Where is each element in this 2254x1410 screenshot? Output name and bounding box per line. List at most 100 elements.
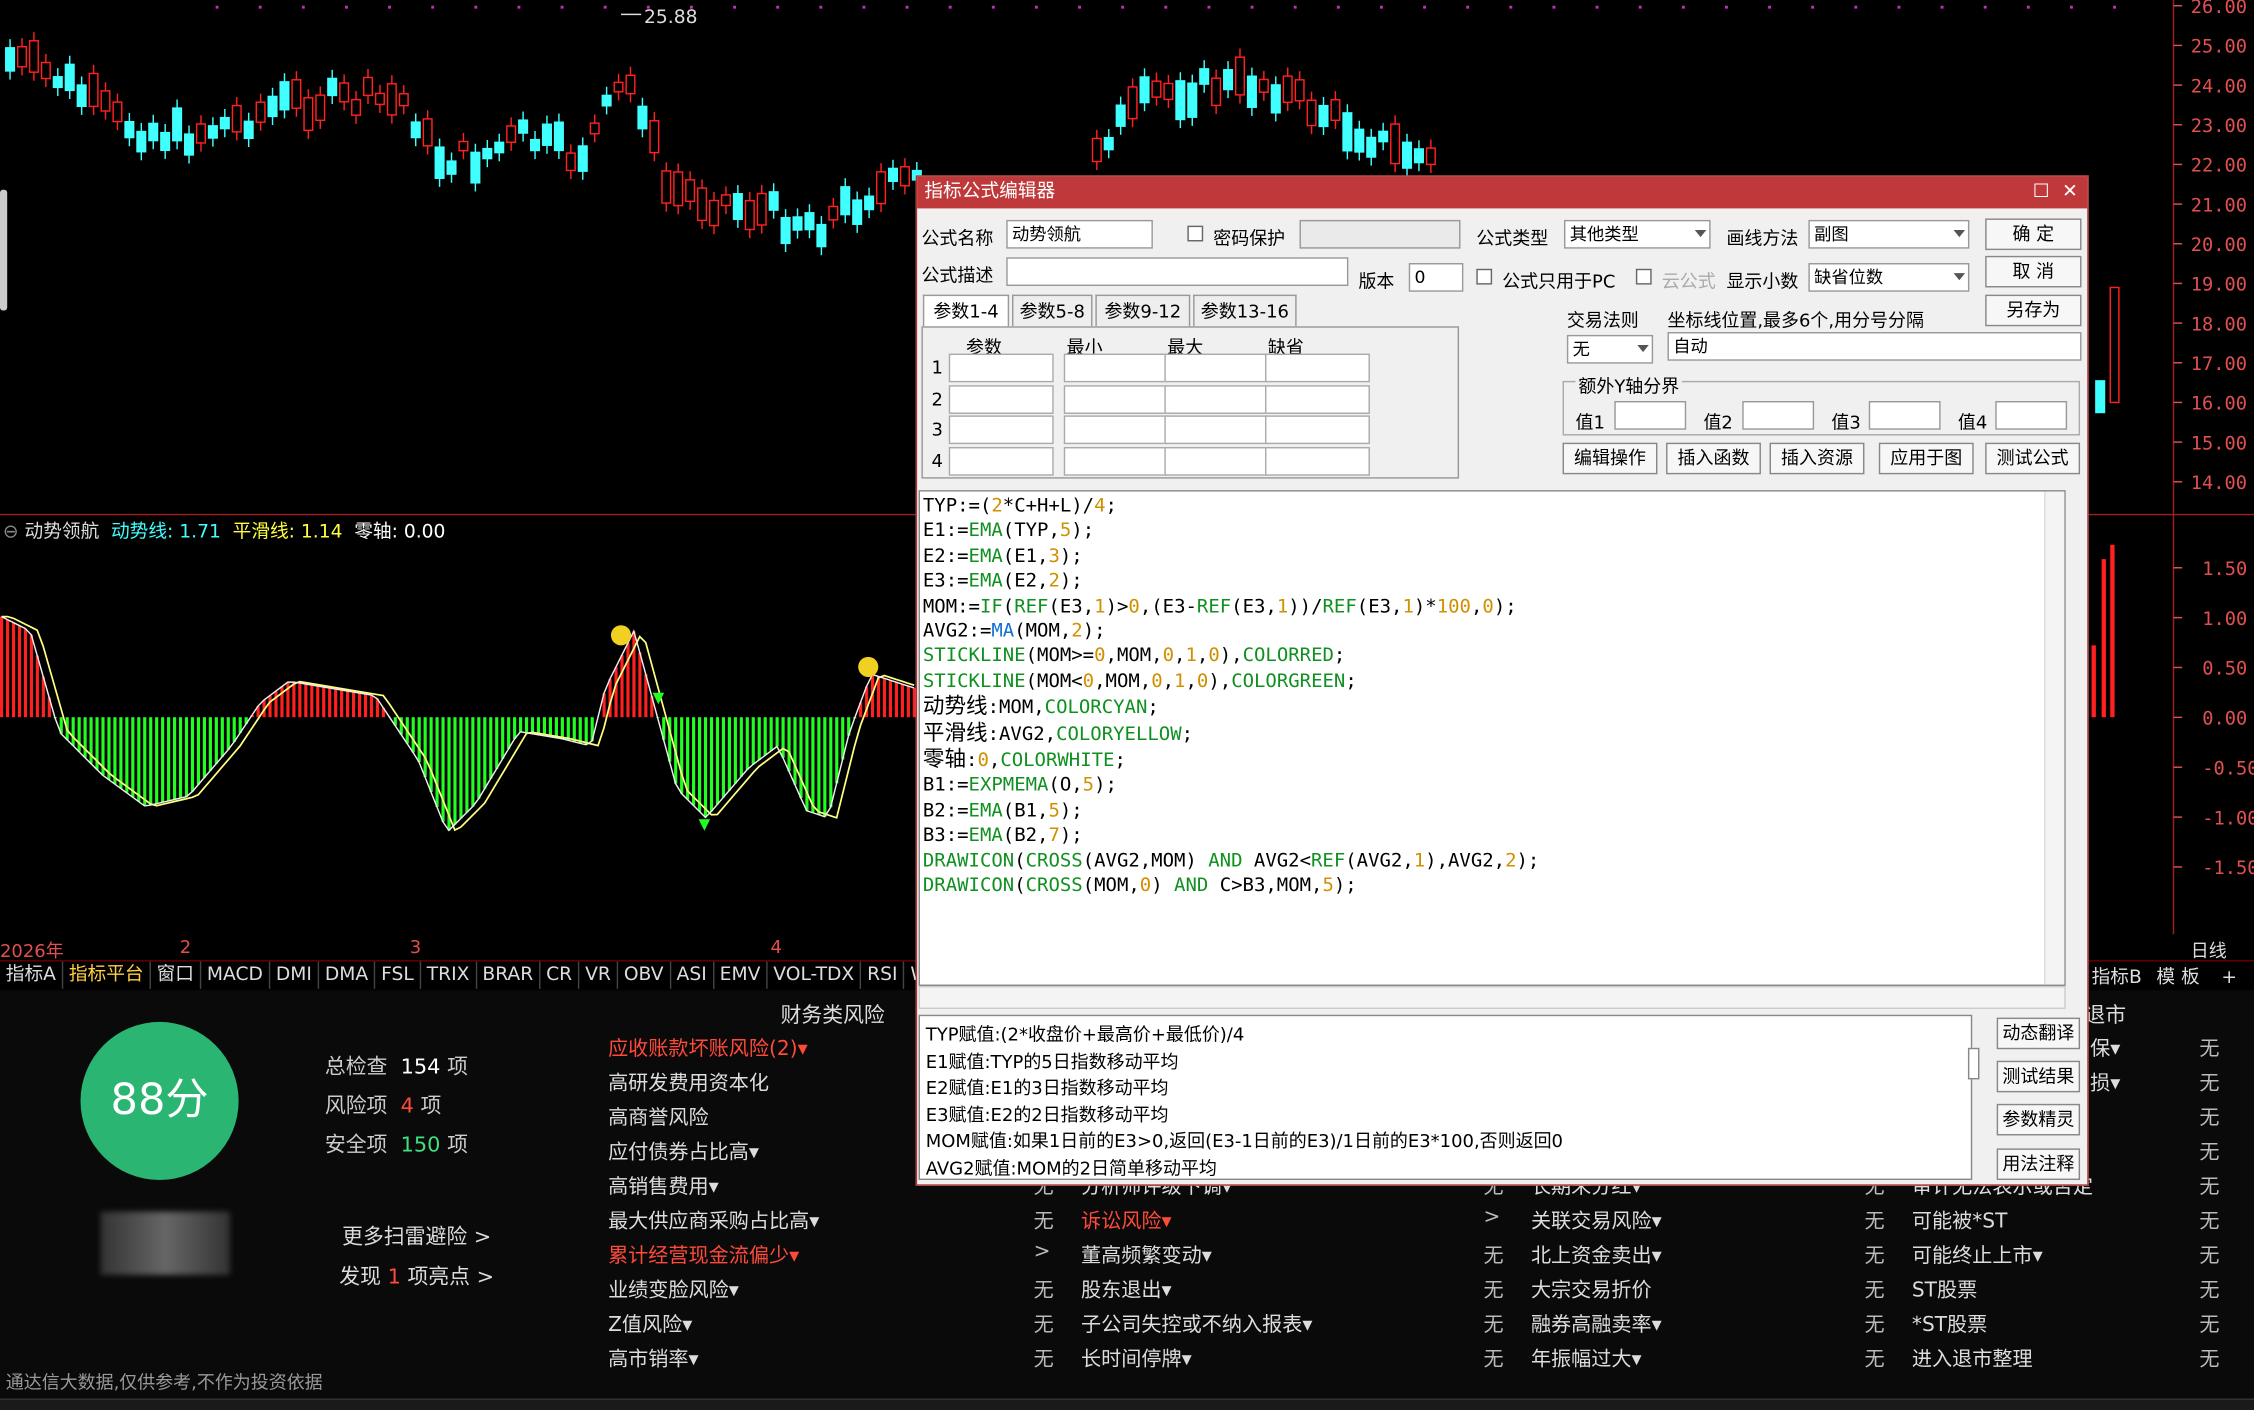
version-input[interactable]: 0 — [1408, 263, 1464, 292]
risk-item[interactable]: ST股票 — [1912, 1275, 1977, 1304]
tab-vol-tdx[interactable]: VOL-TDX — [768, 961, 862, 989]
password-input[interactable] — [1299, 219, 1461, 249]
tab-window[interactable]: 窗口 — [151, 961, 202, 989]
risk-item[interactable]: 年振幅过大▾ — [1531, 1344, 1642, 1373]
maximize-icon[interactable]: ☐ — [2027, 177, 2056, 209]
period-label[interactable]: 日线 — [2191, 936, 2227, 963]
tab-rsi[interactable]: RSI — [861, 961, 905, 989]
side-panel-handle[interactable] — [0, 189, 8, 311]
risk-item[interactable]: 损▾ — [2090, 1068, 2120, 1097]
param-max-input[interactable] — [1164, 415, 1270, 445]
risk-item[interactable]: 保▾ — [2090, 1033, 2120, 1062]
risk-item[interactable]: 应收账款坏账风险(2)▾ — [608, 1033, 808, 1062]
test-result-button[interactable]: 测试结果 — [1996, 1060, 2081, 1093]
code-h-scrollbar[interactable] — [918, 985, 2066, 1009]
desc-scrollbar[interactable] — [1967, 1047, 1980, 1080]
risk-item[interactable]: 最大供应商采购占比高▾ — [608, 1206, 819, 1235]
risk-item[interactable]: 股东退出▾ — [1081, 1275, 1172, 1304]
risk-item[interactable]: 可能终止上市▾ — [1912, 1240, 2043, 1269]
insert-resource-button[interactable]: 插入资源 — [1769, 442, 1865, 475]
tab-emv[interactable]: EMV — [714, 961, 768, 989]
password-checkbox[interactable] — [1187, 225, 1204, 242]
tab-obv[interactable]: OBV — [618, 961, 671, 989]
param-max-input[interactable] — [1164, 446, 1270, 476]
risk-item[interactable]: 董高频繁变动▾ — [1081, 1240, 1212, 1269]
tab-dma[interactable]: DMA — [319, 961, 376, 989]
tab-asi[interactable]: ASI — [671, 961, 714, 989]
dialog-titlebar[interactable]: 指标公式编辑器 ☐ ✕ — [917, 176, 2088, 209]
risk-item[interactable]: 高商誉风险 — [608, 1102, 709, 1131]
param-name-input[interactable] — [948, 446, 1054, 476]
draw-method-select[interactable]: 副图 — [1808, 219, 1970, 249]
risk-item[interactable]: Z值风险▾ — [608, 1309, 692, 1338]
param-wizard-button[interactable]: 参数精灵 — [1996, 1103, 2081, 1136]
close-icon[interactable]: ✕ — [2056, 177, 2085, 209]
risk-item[interactable]: 高销售费用▾ — [608, 1171, 719, 1200]
tab-cr[interactable]: CR — [540, 961, 580, 989]
risk-item[interactable]: 长时间停牌▾ — [1081, 1344, 1192, 1373]
y-value-1-input[interactable] — [1614, 401, 1687, 430]
param-min-input[interactable] — [1063, 415, 1169, 445]
risk-item[interactable]: 关联交易风险▾ — [1531, 1206, 1662, 1235]
param-default-input[interactable] — [1265, 353, 1370, 383]
trade-rule-select[interactable]: 无 — [1566, 334, 1654, 364]
apply-to-chart-button[interactable]: 应用于图 — [1878, 442, 1974, 475]
param-name-input[interactable] — [948, 415, 1054, 445]
tab-fsl[interactable]: FSL — [375, 961, 421, 989]
tab-params-9-12[interactable]: 参数9-12 — [1095, 294, 1191, 327]
y-value-4-input[interactable] — [1995, 401, 2068, 430]
usage-notes-button[interactable]: 用法注释 — [1996, 1148, 2081, 1181]
formula-name-input[interactable]: 动势领航 — [1006, 219, 1153, 249]
tab-brar[interactable]: BRAR — [477, 961, 541, 989]
risk-item[interactable]: 累计经营现金流偏少▾ — [608, 1240, 799, 1269]
risk-item[interactable]: 诉讼风险▾ — [1081, 1206, 1172, 1235]
tab-params-5-8[interactable]: 参数5-8 — [1012, 294, 1093, 327]
risk-item[interactable]: 融券高融卖率▾ — [1531, 1309, 1662, 1338]
tab-indicator-b[interactable]: 指标B — [2087, 967, 2146, 989]
code-editor[interactable]: TYP:=(2*C+H+L)/4; E1:=EMA(TYP,5); E2:=EM… — [918, 490, 2066, 986]
param-max-input[interactable] — [1164, 353, 1270, 383]
param-min-input[interactable] — [1063, 353, 1169, 383]
risk-item[interactable]: 高研发费用资本化 — [608, 1068, 769, 1097]
pc-only-checkbox[interactable] — [1476, 268, 1493, 285]
save-as-button[interactable]: 另存为 — [1985, 294, 2082, 327]
param-name-input[interactable] — [948, 384, 1054, 414]
test-formula-button[interactable]: 测试公式 — [1985, 442, 2081, 475]
param-default-input[interactable] — [1265, 415, 1370, 445]
y-value-2-input[interactable] — [1742, 401, 1815, 430]
risk-item[interactable]: 业绩变脸风险▾ — [608, 1275, 739, 1304]
risk-item[interactable]: 可能被*ST — [1912, 1206, 2008, 1235]
tab-indicator-platform[interactable]: 指标平台 — [63, 961, 151, 989]
formula-type-select[interactable]: 其他类型 — [1564, 219, 1711, 249]
risk-item[interactable]: *ST股票 — [1912, 1309, 1987, 1338]
risk-item[interactable]: 高市销率▾ — [608, 1344, 699, 1373]
insert-function-button[interactable]: 插入函数 — [1666, 442, 1761, 475]
decimal-select[interactable]: 缺省位数 — [1808, 263, 1970, 292]
param-default-input[interactable] — [1265, 446, 1370, 476]
tab-dmi[interactable]: DMI — [270, 961, 320, 989]
coord-input[interactable]: 自动 — [1667, 332, 2082, 361]
tab-params-1-4[interactable]: 参数1-4 — [922, 294, 1010, 327]
code-scrollbar[interactable] — [2044, 491, 2065, 985]
risk-item[interactable]: 进入退市整理 — [1912, 1344, 2033, 1373]
more-scan-link[interactable]: 更多扫雷避险 > — [342, 1220, 491, 1250]
param-name-input[interactable] — [948, 353, 1054, 383]
dynamic-translate-button[interactable]: 动态翻译 — [1996, 1017, 2081, 1050]
add-window-button[interactable]: + — [2210, 967, 2249, 989]
tab-template[interactable]: 模 板 — [2152, 967, 2204, 989]
tab-indicator-a[interactable]: 指标A — [0, 961, 64, 989]
risk-item[interactable]: 应付债券占比高▾ — [608, 1137, 759, 1166]
param-max-input[interactable] — [1164, 384, 1270, 414]
param-default-input[interactable] — [1265, 384, 1370, 414]
y-value-3-input[interactable] — [1868, 401, 1941, 430]
tab-params-13-16[interactable]: 参数13-16 — [1193, 294, 1297, 327]
param-min-input[interactable] — [1063, 384, 1169, 414]
highlights-link[interactable]: 发现 1 项亮点 > — [339, 1261, 494, 1291]
tab-trix[interactable]: TRIX — [421, 961, 477, 989]
risk-item[interactable]: 子公司失控或不纳入报表▾ — [1081, 1309, 1312, 1338]
risk-item[interactable]: 北上资金卖出▾ — [1531, 1240, 1662, 1269]
edit-ops-button[interactable]: 编辑操作 — [1562, 442, 1658, 475]
cancel-button[interactable]: 取 消 — [1985, 255, 2082, 288]
param-min-input[interactable] — [1063, 446, 1169, 476]
ok-button[interactable]: 确 定 — [1985, 218, 2082, 251]
